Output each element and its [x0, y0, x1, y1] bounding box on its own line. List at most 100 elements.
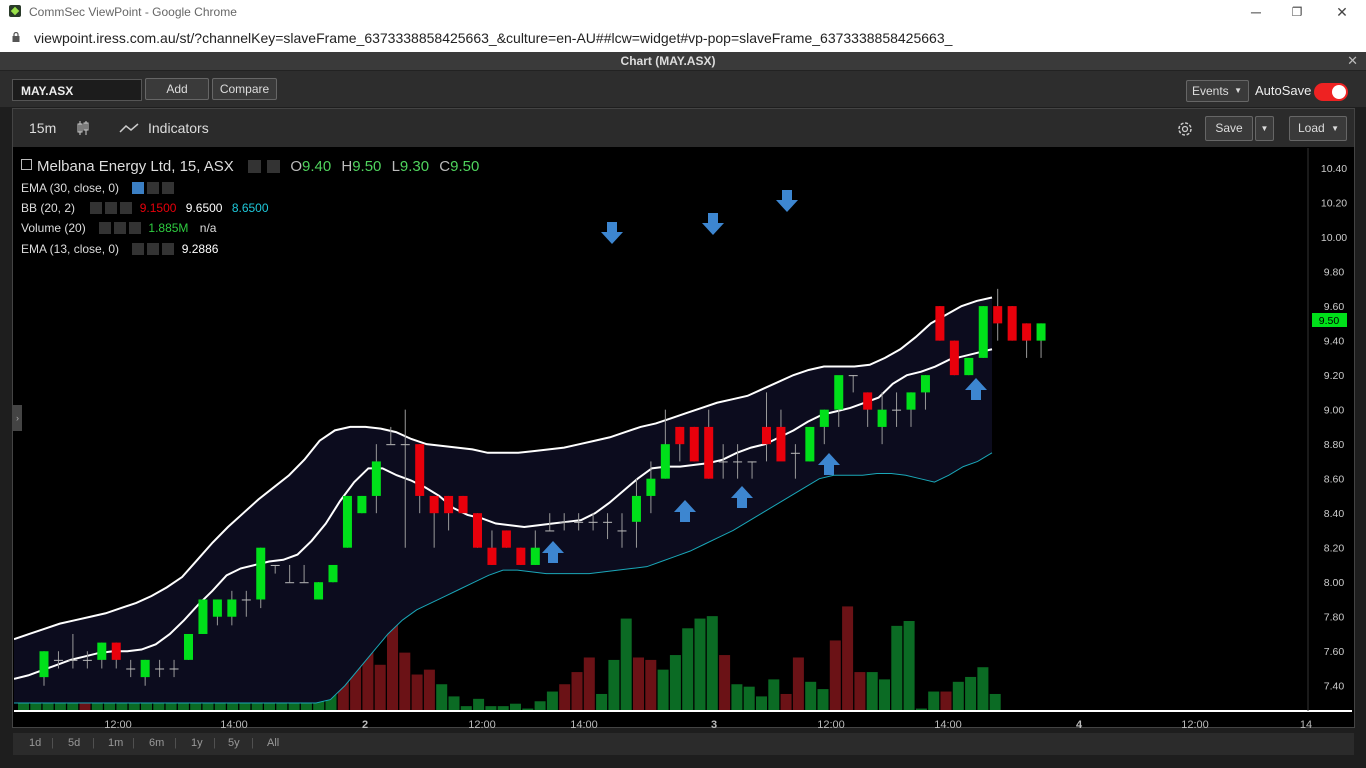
range-1d[interactable]: 1d — [29, 737, 41, 749]
candle-body — [617, 530, 627, 532]
indicators-button[interactable]: Indicators — [148, 120, 209, 136]
volume-bar — [829, 640, 841, 711]
address-bar[interactable]: viewpoint.iress.com.au/st/?channelKey=sl… — [0, 24, 1366, 53]
x-tick-label: 14:00 — [220, 719, 248, 731]
eye-icon[interactable] — [132, 243, 145, 255]
candle-body — [285, 582, 295, 584]
x-tick-label: 2 — [362, 719, 368, 731]
range-all[interactable]: All — [267, 737, 279, 749]
volume-bar — [608, 659, 620, 711]
gear-icon[interactable] — [147, 182, 160, 194]
x-tick-label: 14:00 — [934, 719, 962, 731]
low-label: L — [391, 158, 400, 175]
remove-icon[interactable] — [162, 243, 175, 255]
restore-button[interactable]: ❐ — [1277, 2, 1317, 22]
volume-bar — [596, 693, 608, 711]
candle-body — [993, 306, 1003, 324]
gear-icon[interactable] — [114, 222, 127, 234]
gear-icon[interactable] — [105, 202, 118, 214]
volume-bar — [977, 667, 989, 711]
candle-body — [126, 668, 136, 670]
candle-body — [892, 409, 902, 411]
candle-body — [198, 599, 208, 634]
y-tick-label: 10.40 — [1321, 163, 1347, 175]
volume-bar — [903, 621, 915, 711]
y-tick-label: 7.40 — [1324, 681, 1345, 693]
y-tick-label: 8.60 — [1324, 474, 1345, 486]
volume-bar — [731, 684, 743, 711]
add-button[interactable]: Add — [145, 78, 209, 100]
panel-close-icon[interactable]: ✕ — [1347, 53, 1358, 69]
candle-body — [39, 651, 49, 678]
url-text[interactable]: viewpoint.iress.com.au/st/?channelKey=sl… — [34, 30, 952, 46]
candle-body — [675, 426, 685, 445]
y-tick-label: 8.80 — [1324, 439, 1345, 451]
range-selector: 1d | 5d | 1m | 6m | 1y | 5y | All — [13, 733, 1354, 755]
candle-body — [386, 444, 396, 446]
candle-body — [1007, 306, 1017, 341]
candle-body — [834, 375, 844, 410]
candlestick-icon[interactable] — [76, 120, 90, 136]
candle-body — [1022, 323, 1032, 341]
window-title: CommSec ViewPoint - Google Chrome — [29, 5, 237, 19]
autosave-toggle[interactable] — [1314, 83, 1348, 101]
range-1m[interactable]: 1m — [108, 737, 123, 749]
compare-button[interactable]: Compare — [212, 78, 277, 100]
save-button[interactable]: Save — [1205, 116, 1253, 141]
range-6m[interactable]: 6m — [149, 737, 164, 749]
candle-body — [53, 659, 63, 661]
legend-volume-row: Volume (20) 1.885M n/a — [21, 221, 216, 235]
x-tick-label: 12:00 — [1181, 719, 1209, 731]
high-label: H — [341, 158, 353, 175]
y-axis-ticks: 10.40 10.20 10.00 9.80 9.60 9.40 9.20 9.00 8.80 8… — [1321, 163, 1347, 693]
volume-bar — [879, 679, 890, 711]
y-tick-label: 9.60 — [1324, 301, 1345, 313]
minimize-button[interactable]: ─ — [1236, 2, 1276, 22]
volume-bar — [891, 625, 903, 711]
candle-body — [256, 547, 266, 600]
browser-titlebar: CommSec ViewPoint - Google Chrome ─ ❐ ✕ — [0, 0, 1366, 24]
close-window-button[interactable]: ✕ — [1322, 2, 1362, 22]
price-chart[interactable]: 10.40 10.20 10.00 9.80 9.60 9.40 9.20 9.00 8.80 8… — [14, 148, 1354, 732]
range-5y[interactable]: 5y — [228, 737, 240, 749]
save-options-dropdown[interactable]: ▼ — [1255, 116, 1274, 141]
volume-bar — [510, 703, 521, 711]
eye-icon[interactable] — [132, 182, 145, 194]
remove-icon[interactable] — [120, 202, 133, 214]
legend-ema13-row: EMA (13, close, 0) 9.2886 — [21, 242, 218, 256]
settings-gear-icon[interactable] — [1175, 119, 1195, 139]
candle-body — [140, 659, 150, 678]
candle-body — [400, 444, 410, 446]
side-panel-expand-handle[interactable]: › — [13, 405, 22, 431]
candle-body — [805, 426, 815, 462]
symbol-input[interactable]: MAY.ASX — [12, 79, 142, 101]
candle-body — [747, 461, 757, 463]
x-tick-label: 3 — [711, 719, 717, 731]
range-5d[interactable]: 5d — [68, 737, 80, 749]
y-tick-label: 8.00 — [1324, 577, 1345, 589]
volume-bar — [583, 657, 595, 711]
candle-body — [545, 530, 555, 532]
eye-icon[interactable] — [90, 202, 103, 214]
candle-body — [588, 521, 598, 523]
events-dropdown[interactable]: Events ▼ — [1186, 80, 1249, 102]
candle-body — [848, 375, 858, 377]
indicators-icon[interactable] — [119, 123, 139, 133]
volume-bar — [682, 628, 694, 711]
candle-body — [227, 599, 237, 617]
last-price-tag: 9.50 — [1312, 313, 1347, 327]
remove-icon[interactable] — [129, 222, 142, 234]
candle-body — [458, 495, 468, 514]
remove-icon[interactable] — [162, 182, 175, 194]
y-tick-label: 7.60 — [1324, 646, 1345, 658]
collapse-icon[interactable] — [21, 159, 32, 170]
eye-icon[interactable] — [99, 222, 112, 234]
load-dropdown[interactable]: Load ▼ — [1289, 116, 1347, 141]
eye-icon[interactable] — [247, 160, 261, 173]
gear-icon[interactable] — [147, 243, 160, 255]
y-tick-label: 9.00 — [1324, 405, 1345, 417]
gear-icon[interactable] — [267, 160, 281, 173]
range-1y[interactable]: 1y — [191, 737, 203, 749]
interval-button[interactable]: 15m — [29, 120, 56, 136]
volume-bar — [940, 691, 952, 711]
